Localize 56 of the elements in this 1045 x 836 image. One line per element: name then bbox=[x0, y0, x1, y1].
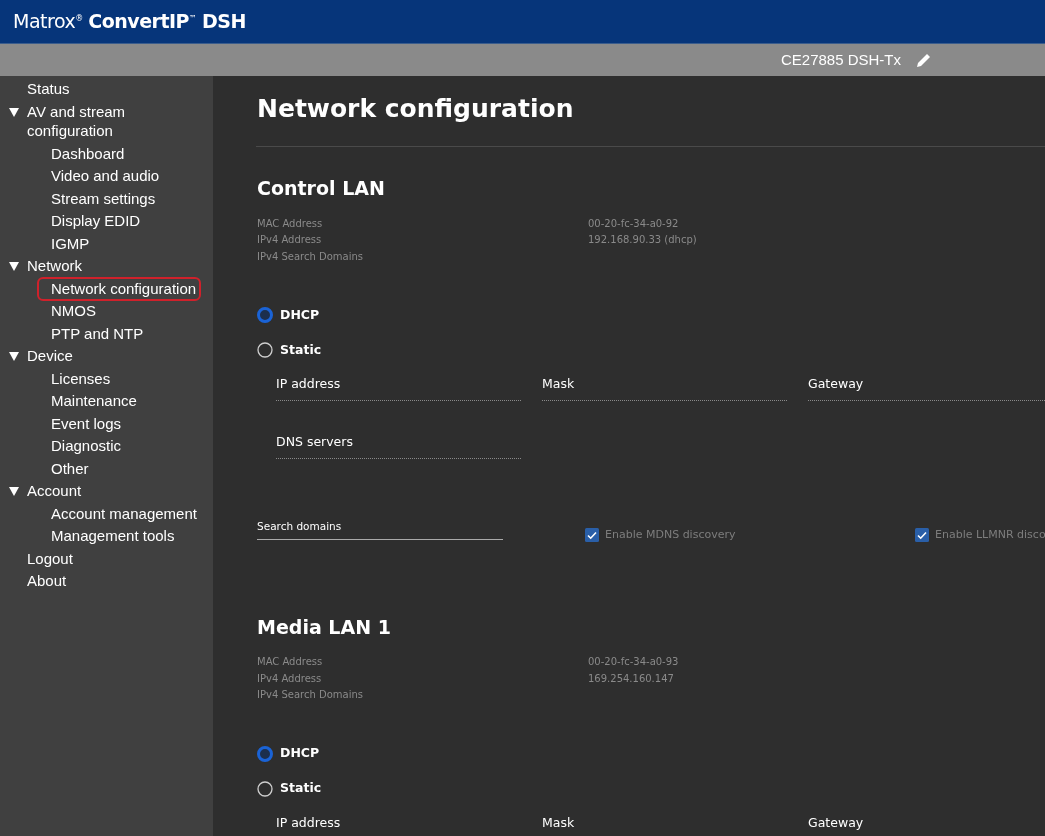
info-label: IPv4 Search Domains bbox=[257, 688, 364, 703]
page-title: Network configuration bbox=[257, 94, 575, 124]
info-label: IPv4 Search Domains bbox=[257, 249, 364, 264]
sidebar-item[interactable]: Management tools bbox=[38, 525, 179, 548]
sidebar-item[interactable]: Status bbox=[0, 78, 213, 101]
sidebar-item[interactable]: Account management bbox=[38, 502, 201, 525]
radio-option[interactable]: DHCP bbox=[257, 743, 320, 764]
radio-icon[interactable] bbox=[257, 745, 273, 762]
input-field[interactable]: Search domains bbox=[257, 518, 503, 540]
sidebar-item[interactable]: Display EDID bbox=[38, 210, 145, 233]
sidebar-item[interactable]: Device bbox=[0, 345, 213, 368]
caret-icon[interactable] bbox=[9, 262, 19, 271]
section-title: Control LAN bbox=[257, 177, 386, 200]
radio-icon[interactable] bbox=[257, 307, 273, 324]
input-field[interactable]: Gateway bbox=[808, 375, 1045, 402]
sidebar-item[interactable]: Event logs bbox=[38, 412, 126, 435]
sidebar-item[interactable]: About bbox=[0, 570, 213, 593]
device-name: CE27885 DSH-Tx bbox=[780, 49, 901, 70]
sidebar-item[interactable]: Network configuration bbox=[38, 277, 201, 300]
input-field[interactable]: Gateway bbox=[808, 813, 1045, 836]
radio-option[interactable]: DHCP bbox=[257, 305, 320, 326]
radio-option[interactable]: Static bbox=[257, 778, 322, 799]
sidebar-item[interactable]: IGMP bbox=[38, 232, 94, 255]
pencil-icon[interactable] bbox=[915, 51, 933, 69]
info-value: 169.254.160.147 bbox=[588, 671, 675, 686]
info-label: MAC Address bbox=[257, 216, 324, 231]
product-logo: Matrox$^{®}$ ConvertIP$^{™}$ DSH bbox=[13, 9, 246, 35]
input-field[interactable]: IP address bbox=[276, 375, 521, 402]
sidebar-item[interactable]: Network bbox=[0, 255, 213, 278]
input-field[interactable]: Mask bbox=[542, 375, 787, 402]
sidebar-item[interactable]: AV and stream configuration bbox=[0, 100, 213, 143]
sidebar-item[interactable]: Stream settings bbox=[38, 187, 160, 210]
info-value: 00-20-fc-34-a0-92 bbox=[588, 216, 680, 231]
sidebar-item[interactable]: NMOS bbox=[38, 300, 100, 323]
info-label: MAC Address bbox=[257, 655, 324, 670]
sidebar-item[interactable]: Logout bbox=[0, 547, 213, 570]
caret-icon[interactable] bbox=[9, 487, 19, 496]
section-title: Media LAN 1 bbox=[257, 615, 392, 639]
caret-icon[interactable] bbox=[9, 352, 19, 361]
sidebar-item[interactable]: Other bbox=[38, 457, 93, 480]
sidebar-item[interactable]: Video and audio bbox=[38, 165, 164, 188]
sidebar-item[interactable]: Diagnostic bbox=[38, 435, 126, 458]
sidebar-item[interactable]: Dashboard bbox=[38, 142, 129, 165]
radio-option[interactable]: Static bbox=[257, 340, 322, 361]
sidebar-item[interactable]: PTP and NTP bbox=[38, 322, 148, 345]
info-label: IPv4 Address bbox=[257, 671, 323, 686]
info-value: 00-20-fc-34-a0-93 bbox=[588, 655, 680, 670]
sidebar-item[interactable]: Account bbox=[0, 480, 213, 503]
input-field[interactable]: Mask bbox=[542, 813, 787, 836]
input-field[interactable]: IP address bbox=[276, 813, 521, 836]
info-value: 192.168.90.33 (dhcp) bbox=[588, 233, 698, 248]
sidebar-item[interactable]: Licenses bbox=[38, 367, 115, 390]
caret-icon[interactable] bbox=[9, 107, 19, 117]
info-label: IPv4 Address bbox=[257, 233, 323, 248]
input-field[interactable]: DNS servers bbox=[276, 433, 521, 459]
sidebar-item[interactable]: Maintenance bbox=[38, 390, 141, 413]
